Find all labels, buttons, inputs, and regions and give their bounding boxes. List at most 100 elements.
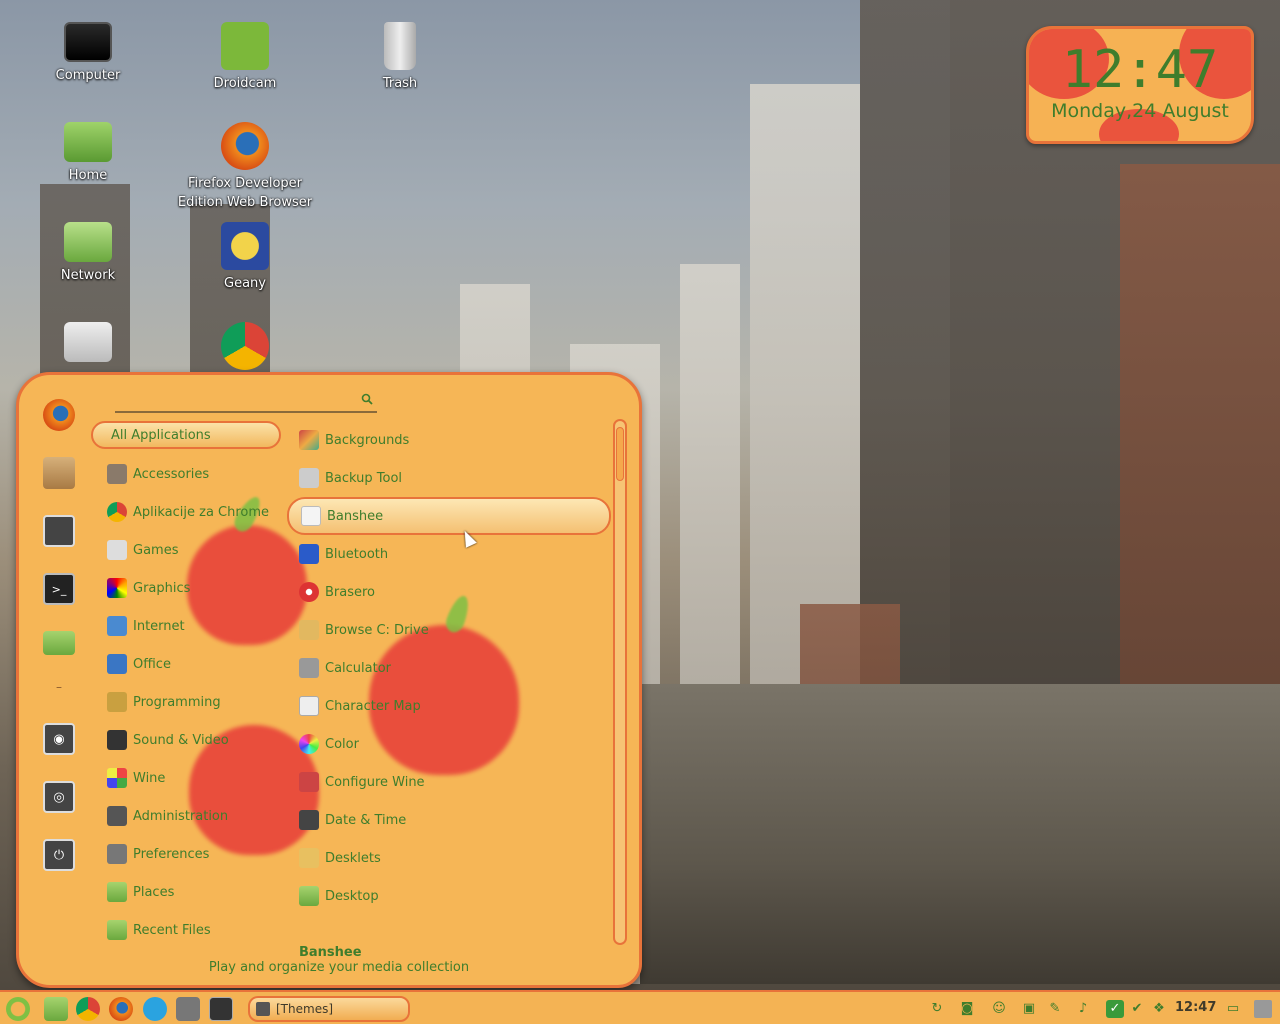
category-preferences[interactable]: Preferences [91, 835, 283, 873]
office-icon [107, 654, 127, 674]
network-icon [64, 222, 112, 262]
settings-icon[interactable] [43, 515, 75, 547]
app-browse-c-drive[interactable]: Browse C: Drive [287, 611, 611, 649]
desktop-icon-computer[interactable]: Computer [18, 22, 158, 85]
preferences-icon [107, 844, 127, 864]
app-banshee[interactable]: Banshee [287, 497, 611, 535]
category-label: Games [133, 542, 179, 558]
pen-icon[interactable]: ✎ [1046, 1000, 1064, 1018]
app-date-time[interactable]: Date & Time [287, 801, 611, 839]
trash-icon [384, 22, 416, 70]
category-administration[interactable]: Administration [91, 797, 283, 835]
category-chrome-apps[interactable]: Aplikacije za Chrome [91, 493, 283, 531]
favorites-column: >_ – ◉ ◎ ⏻ [39, 399, 79, 897]
app-configure-wine[interactable]: Configure Wine [287, 763, 611, 801]
category-label: Preferences [133, 846, 210, 862]
desktop-icon-usb-drive[interactable] [18, 322, 158, 366]
desktop-icon-network[interactable]: Network [18, 222, 158, 285]
shield-check-icon[interactable]: ✓ [1106, 1000, 1124, 1018]
desktop-icon-geany[interactable]: Geany [175, 222, 315, 293]
calculator-icon [299, 658, 319, 678]
window-title: [Themes] [276, 1002, 334, 1016]
app-desklets[interactable]: Desklets [287, 839, 611, 877]
security-icon[interactable]: ✔ [1128, 1000, 1146, 1018]
package-manager-icon[interactable] [43, 457, 75, 489]
character-map-icon [299, 696, 319, 716]
workspace-switcher-icon[interactable]: ▭ [1224, 1000, 1242, 1018]
desktop-icon-droidcam[interactable]: Droidcam [175, 22, 315, 93]
app-backup-tool[interactable]: Backup Tool [287, 459, 611, 497]
games-icon [107, 540, 127, 560]
camera-icon[interactable]: ◙ [958, 1000, 976, 1018]
search-icon [361, 393, 373, 405]
category-all-applications[interactable]: All Applications [91, 421, 281, 449]
desktop-icon-firefox[interactable]: Firefox Developer Edition Web Browser [175, 122, 315, 212]
desktop-icon-label: Computer [55, 68, 121, 83]
app-list-scrollbar[interactable] [613, 419, 627, 945]
shutdown-icon[interactable]: ⏻ [43, 839, 75, 871]
skype-launcher-icon[interactable] [143, 997, 167, 1021]
category-label: Sound & Video [133, 732, 229, 748]
app-label: Date & Time [325, 812, 407, 828]
logout-icon[interactable]: ◎ [43, 781, 75, 813]
scrollbar-thumb[interactable] [616, 427, 624, 481]
configure-wine-icon [299, 772, 319, 792]
category-recent-files[interactable]: Recent Files [91, 911, 283, 949]
category-programming[interactable]: Programming [91, 683, 283, 721]
desktop-icon-trash[interactable]: Trash [330, 22, 470, 93]
category-label: Administration [133, 808, 229, 824]
taskbar-clock[interactable]: 12:47 [1175, 1000, 1216, 1015]
app-bluetooth[interactable]: Bluetooth [287, 535, 611, 573]
volume-icon[interactable]: ♪ [1074, 1000, 1092, 1018]
terminal-icon[interactable]: >_ [43, 573, 75, 605]
places-icon [107, 882, 127, 902]
menu-button-icon[interactable] [6, 997, 30, 1021]
chrome-icon [221, 322, 269, 370]
firefox-icon[interactable] [43, 399, 75, 431]
category-office[interactable]: Office [91, 645, 283, 683]
desktop-icon-chrome[interactable] [175, 322, 315, 374]
clock-desklet[interactable]: 12:47 Monday,24 August [1026, 26, 1254, 144]
recent-files-icon [107, 920, 127, 940]
system-monitor-launcher-icon[interactable] [209, 997, 233, 1021]
app-brasero[interactable]: Brasero [287, 573, 611, 611]
category-label: Graphics [133, 580, 191, 596]
category-wine[interactable]: Wine [91, 759, 283, 797]
selected-app-description: Play and organize your media collection [208, 960, 470, 975]
folder-icon[interactable] [43, 631, 75, 655]
droidcam-tray-icon[interactable]: ▣ [1020, 1000, 1038, 1018]
update-icon[interactable]: ↻ [928, 1000, 946, 1018]
selected-app-name: Banshee [299, 945, 362, 960]
dropbox-icon[interactable]: ❖ [1150, 1000, 1168, 1018]
category-graphics[interactable]: Graphics [91, 569, 283, 607]
app-desktop[interactable]: Desktop [287, 877, 611, 915]
category-places[interactable]: Places [91, 873, 283, 911]
firefox-icon [221, 122, 269, 170]
category-accessories[interactable]: Accessories [91, 455, 283, 493]
category-list: All Applications Accessories Aplikacije … [91, 421, 283, 949]
wine-icon [107, 768, 127, 788]
user-icon[interactable]: ☺ [990, 1000, 1008, 1018]
desktop-icon-label: Trash [382, 76, 418, 91]
firefox-launcher-icon[interactable] [109, 997, 133, 1021]
app-character-map[interactable]: Character Map [287, 687, 611, 725]
app-backgrounds[interactable]: Backgrounds [287, 421, 611, 459]
taskbar-window-themes[interactable]: [Themes] [248, 996, 410, 1022]
category-games[interactable]: Games [91, 531, 283, 569]
chrome-launcher-icon[interactable] [76, 997, 100, 1021]
category-internet[interactable]: Internet [91, 607, 283, 645]
chrome-apps-icon [107, 502, 127, 522]
files-launcher-icon[interactable] [44, 997, 68, 1021]
search-input[interactable] [115, 389, 345, 411]
search-box[interactable] [115, 389, 377, 413]
app-color[interactable]: Color [287, 725, 611, 763]
clock-time: 12:47 [1061, 40, 1219, 100]
category-label: Recent Files [133, 922, 211, 938]
app-calculator[interactable]: Calculator [287, 649, 611, 687]
bluetooth-icon [299, 544, 319, 564]
category-sound-video[interactable]: Sound & Video [91, 721, 283, 759]
show-desktop-icon[interactable] [1254, 1000, 1272, 1018]
lock-screen-icon[interactable]: ◉ [43, 723, 75, 755]
desktop-icon-home[interactable]: Home [18, 122, 158, 185]
video-launcher-icon[interactable] [176, 997, 200, 1021]
